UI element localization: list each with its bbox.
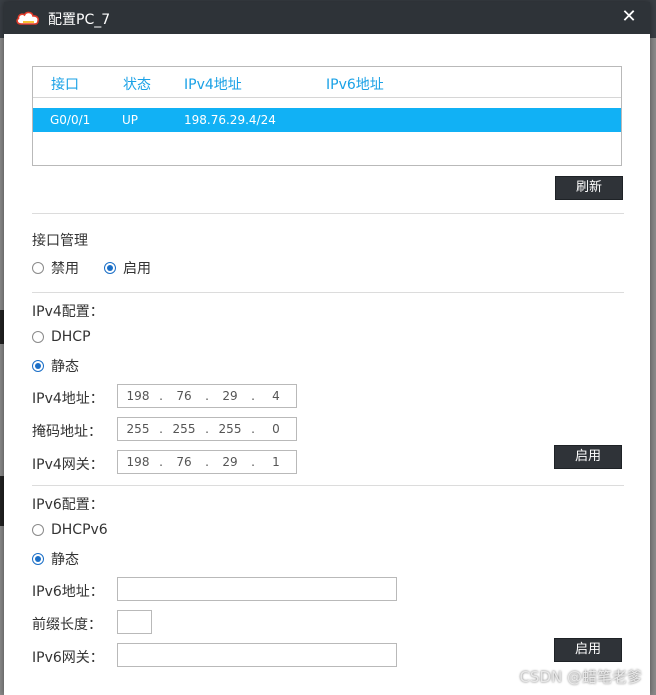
section-divider: [32, 485, 624, 486]
iface-mgmt-title: 接口管理: [32, 233, 88, 249]
radio-ipv4-static[interactable]: 静态: [32, 356, 79, 376]
watermark-text: CSDN @蜡笔老爹: [519, 668, 642, 686]
octet-separator: .: [205, 422, 209, 436]
octet-separator: .: [159, 455, 163, 469]
ipv4-gateway-octet-4: 1: [272, 455, 280, 469]
radio-disable[interactable]: 禁用: [32, 258, 79, 278]
cloud-logo-icon: [16, 11, 40, 25]
radio-ipv4-static-indicator: [32, 360, 44, 372]
octet-separator: .: [205, 455, 209, 469]
cell-ipv4: 198.76.29.4/24: [184, 113, 276, 127]
radio-ipv4-dhcp-label: DHCP: [51, 329, 91, 345]
column-header-status: 状态: [123, 77, 151, 93]
radio-ipv4-static-label: 静态: [51, 359, 79, 375]
ipv4-gateway-label: IPv4网关：: [32, 457, 104, 473]
ipv6-apply-button[interactable]: 启用: [554, 638, 622, 662]
radio-ipv4-dhcp[interactable]: DHCP: [32, 329, 91, 345]
ipv6-section-title: IPv6配置：: [32, 497, 104, 513]
ipv4-address-octet-3: 29: [222, 389, 238, 403]
octet-separator: .: [251, 455, 255, 469]
radio-enable[interactable]: 启用: [104, 258, 151, 278]
interface-table: 接口 状态 IPv4地址 IPv6地址 G0/0/1 UP 198.76.29.…: [32, 66, 622, 166]
radio-disable-label: 禁用: [51, 261, 79, 277]
octet-separator: .: [159, 389, 163, 403]
ipv4-mask-field[interactable]: 255 . 255 . 255 . 0: [117, 417, 297, 441]
radio-ipv6-dhcpv6[interactable]: DHCPv6: [32, 522, 108, 538]
radio-disable-indicator: [32, 262, 44, 274]
ipv4-mask-label: 掩码地址：: [32, 424, 102, 440]
radio-ipv6-static-indicator: [32, 553, 44, 565]
radio-ipv6-static-label: 静态: [51, 552, 79, 568]
close-icon[interactable]: ✕: [620, 8, 638, 26]
ipv4-mask-octet-4: 0: [272, 422, 280, 436]
radio-enable-label: 启用: [123, 261, 151, 277]
column-header-interface: 接口: [51, 77, 79, 93]
table-row[interactable]: G0/0/1 UP 198.76.29.4/24: [33, 108, 621, 132]
ipv4-mask-octet-3: 255: [218, 422, 242, 436]
ipv4-address-octet-1: 198: [126, 389, 150, 403]
radio-ipv6-dhcpv6-label: DHCPv6: [51, 522, 108, 538]
ipv4-apply-button[interactable]: 启用: [554, 445, 622, 469]
ipv4-gateway-octet-3: 29: [222, 455, 238, 469]
ipv4-gateway-octet-2: 76: [176, 455, 192, 469]
refresh-button[interactable]: 刷新: [555, 176, 623, 200]
interface-table-header: 接口 状态 IPv4地址 IPv6地址: [33, 67, 621, 98]
ipv6-address-label: IPv6地址：: [32, 584, 104, 600]
section-divider: [32, 213, 624, 214]
ipv4-mask-octet-1: 255: [126, 422, 150, 436]
column-header-ipv6: IPv6地址: [326, 77, 384, 93]
radio-enable-indicator: [104, 262, 116, 274]
dialog-title: 配置PC_7: [48, 12, 111, 28]
radio-ipv6-dhcpv6-indicator: [32, 524, 44, 536]
ipv6-prefix-label: 前缀长度：: [32, 617, 102, 633]
ipv6-address-field[interactable]: [117, 577, 397, 601]
dialog-titlebar: 配置PC_7 ✕: [4, 2, 650, 34]
column-header-ipv4: IPv4地址: [184, 77, 242, 93]
ipv6-prefix-field[interactable]: [117, 610, 152, 634]
octet-separator: .: [205, 389, 209, 403]
radio-ipv4-dhcp-indicator: [32, 331, 44, 343]
octet-separator: .: [251, 422, 255, 436]
config-dialog: 配置PC_7 ✕ 接口 状态 IPv4地址 IPv6地址 G0/0/1 UP 1…: [4, 2, 650, 695]
ipv4-address-label: IPv4地址：: [32, 391, 104, 407]
ipv6-gateway-field[interactable]: [117, 643, 397, 667]
ipv4-mask-octet-2: 255: [172, 422, 196, 436]
ipv4-address-field[interactable]: 198 . 76 . 29 . 4: [117, 384, 297, 408]
ipv4-address-octet-2: 76: [176, 389, 192, 403]
ipv4-address-octet-4: 4: [272, 389, 280, 403]
octet-separator: .: [159, 422, 163, 436]
cell-interface: G0/0/1: [50, 113, 91, 127]
ipv4-section-title: IPv4配置：: [32, 304, 104, 320]
cell-status: UP: [122, 113, 139, 127]
ipv4-gateway-field[interactable]: 198 . 76 . 29 . 1: [117, 450, 297, 474]
ipv4-gateway-octet-1: 198: [126, 455, 150, 469]
octet-separator: .: [251, 389, 255, 403]
section-divider: [32, 292, 624, 293]
radio-ipv6-static[interactable]: 静态: [32, 549, 79, 569]
ipv6-gateway-label: IPv6网关：: [32, 650, 104, 666]
